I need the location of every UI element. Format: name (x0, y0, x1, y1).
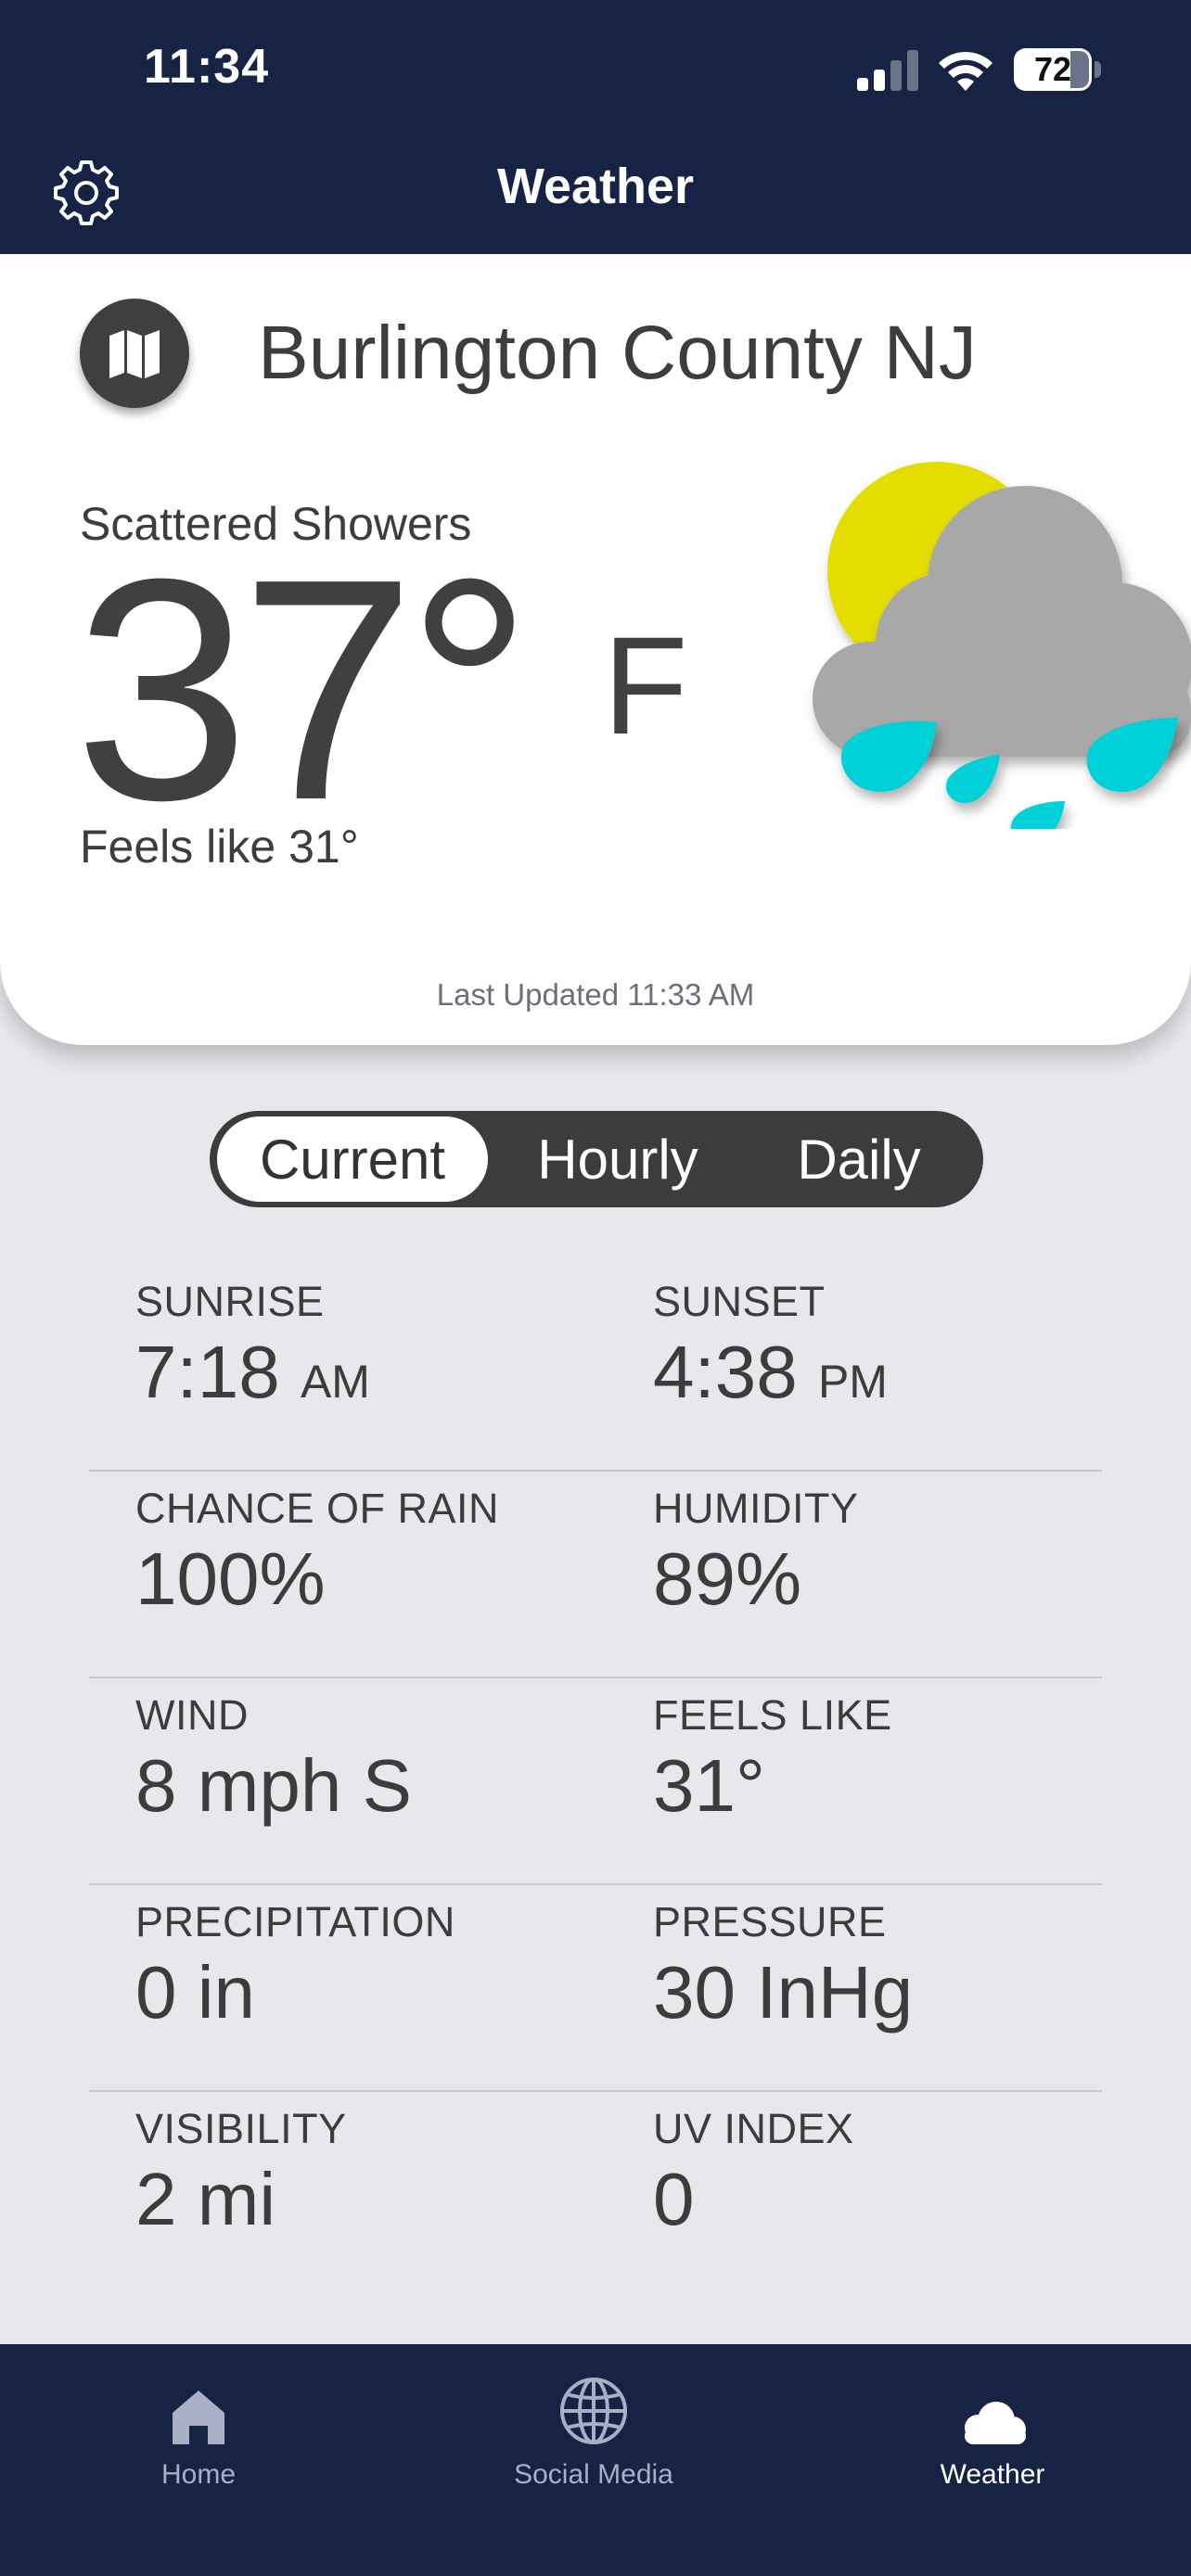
sunrise-label: SUNRISE (135, 1278, 325, 1325)
precipitation-value: 0 in (135, 1951, 255, 2034)
tab-social-media-label: Social Media (514, 2459, 673, 2490)
uv-index-label: UV INDEX (653, 2105, 854, 2152)
wifi-icon (939, 51, 992, 91)
visibility-item: VISIBILITY 2 mi (135, 2101, 347, 2242)
pressure-value: 30 InHg (653, 1951, 914, 2034)
humidity-label: HUMIDITY (653, 1485, 859, 1532)
pressure-item: PRESSURE 30 InHg (653, 1894, 913, 2035)
home-icon (173, 2391, 224, 2444)
tab-weather[interactable]: Weather (853, 2361, 1132, 2491)
app-header: 11:34 72 Weather (0, 0, 1191, 254)
visibility-value: 2 mi (135, 2158, 276, 2240)
sunset-item: SUNSET 4:38 PM (653, 1274, 888, 1424)
tab-home-label: Home (160, 2459, 237, 2490)
feels-like-value: 31° (653, 1744, 765, 1827)
details-row: WIND 8 mph S FEELS LIKE 31° (89, 1678, 1102, 1885)
details-row: SUNRISE 7:18 AM SUNSET 4:38 PM (89, 1265, 1102, 1472)
temperature-unit: F (603, 607, 688, 763)
feels-like-item: FEELS LIKE 31° (653, 1688, 892, 1829)
chance-of-rain-label: CHANCE OF RAIN (135, 1485, 500, 1532)
cloud-icon (965, 2402, 1026, 2444)
uv-index-value: 0 (653, 2158, 695, 2240)
current-temperature: 37° (74, 514, 532, 866)
details-row: CHANCE OF RAIN 100% HUMIDITY 89% (89, 1472, 1102, 1678)
status-time: 11:34 (144, 40, 270, 94)
tab-social-media[interactable]: Social Media (455, 2361, 733, 2491)
page-title: Weather (496, 159, 695, 214)
details-row: VISIBILITY 2 mi UV INDEX 0 (89, 2092, 1102, 2299)
precipitation-item: PRECIPITATION 0 in (135, 1894, 455, 2035)
cellular-signal-icon (857, 50, 918, 91)
last-updated: Last Updated 11:33 AM (436, 977, 755, 1012)
chance-of-rain-value: 100% (135, 1537, 326, 1620)
wind-item: WIND 8 mph S (135, 1688, 412, 1829)
humidity-value: 89% (653, 1537, 802, 1620)
uv-index-item: UV INDEX 0 (653, 2101, 854, 2242)
sunset-value: 4:38 PM (653, 1331, 888, 1413)
tab-home[interactable]: Home (59, 2361, 338, 2491)
battery-level: 72 (1033, 50, 1072, 88)
visibility-label: VISIBILITY (135, 2105, 347, 2152)
feels-like-text: Feels like 31° (80, 821, 359, 873)
globe-icon (560, 2378, 627, 2444)
sunrise-item: SUNRISE 7:18 AM (135, 1274, 370, 1424)
sunset-label: SUNSET (653, 1278, 826, 1325)
tab-daily[interactable]: Daily (748, 1116, 970, 1202)
map-button[interactable] (80, 299, 189, 408)
tab-hourly[interactable]: Hourly (497, 1116, 738, 1202)
details-row: PRECIPITATION 0 in PRESSURE 30 InHg (89, 1885, 1102, 2092)
chance-of-rain-item: CHANCE OF RAIN 100% (135, 1481, 499, 1622)
wind-label: WIND (135, 1691, 249, 1739)
forecast-segmented-control: Current Hourly Daily (210, 1111, 983, 1207)
feels-like-label: FEELS LIKE (653, 1691, 892, 1739)
current-weather-card: Burlington County NJ Scattered Showers 3… (0, 254, 1191, 1045)
sun-cloud-rain-icon (813, 462, 1191, 829)
pressure-label: PRESSURE (653, 1898, 887, 1945)
battery-icon: 72 (1014, 48, 1103, 91)
tab-weather-label: Weather (940, 2459, 1045, 2490)
map-icon (109, 330, 160, 378)
location-name[interactable]: Burlington County NJ (258, 310, 977, 397)
precipitation-label: PRECIPITATION (135, 1898, 455, 1945)
weather-details: SUNRISE 7:18 AM SUNSET 4:38 PM CHANCE OF… (89, 1265, 1102, 2299)
tab-current[interactable]: Current (217, 1116, 488, 1202)
humidity-item: HUMIDITY 89% (653, 1481, 859, 1622)
wind-value: 8 mph S (135, 1744, 412, 1827)
sunrise-value: 7:18 AM (135, 1331, 370, 1413)
bottom-tab-bar: Home Social Media Weather (0, 2344, 1191, 2576)
